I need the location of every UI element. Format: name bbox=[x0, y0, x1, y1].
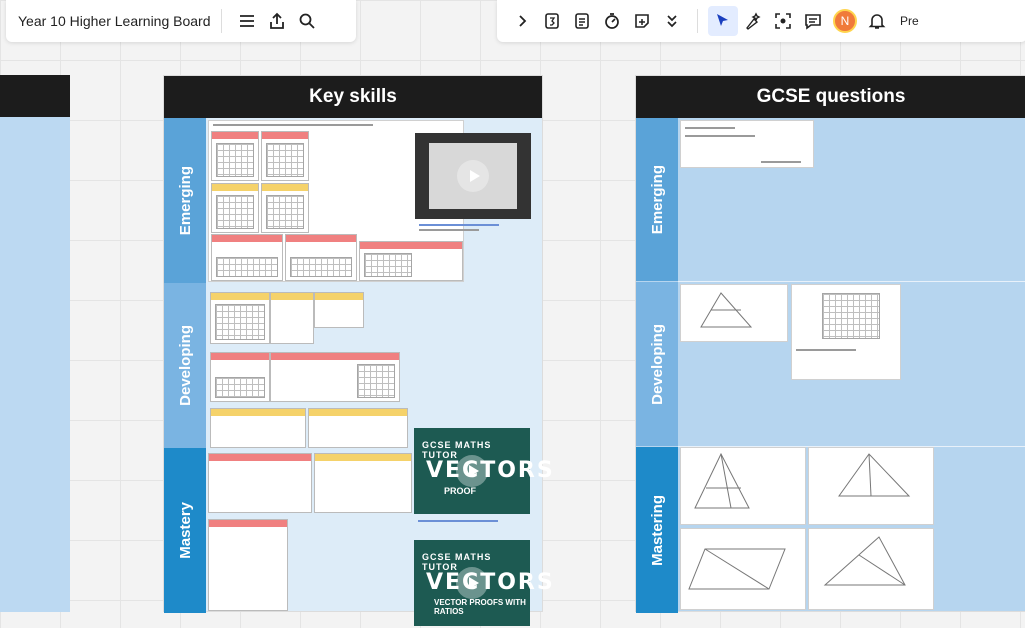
key-skills-body: Emerging Developing Mastery GCSE MATHS T… bbox=[164, 118, 553, 626]
question-box bbox=[208, 519, 288, 611]
question-text bbox=[761, 161, 801, 163]
worksheet-mastery[interactable] bbox=[208, 453, 412, 611]
question-box bbox=[211, 234, 283, 281]
notes-icon[interactable] bbox=[567, 6, 597, 36]
chevron-right-icon[interactable] bbox=[507, 6, 537, 36]
countdown-icon[interactable] bbox=[537, 6, 567, 36]
question-box bbox=[211, 131, 259, 181]
key-skills-frame[interactable]: Key skills Emerging Developing Mastery G… bbox=[163, 75, 553, 626]
toolbar-divider bbox=[220, 9, 222, 33]
left-frame-body bbox=[0, 117, 70, 612]
question-box bbox=[261, 131, 309, 181]
timer-icon[interactable] bbox=[597, 6, 627, 36]
row-label-mastering: Mastering bbox=[636, 447, 678, 613]
bell-icon[interactable] bbox=[862, 6, 892, 36]
question-box bbox=[314, 292, 364, 328]
triangle-diagram bbox=[838, 453, 911, 497]
select-cursor-icon[interactable] bbox=[708, 6, 738, 36]
row-label-text: Developing bbox=[648, 323, 666, 405]
row-label-text: Emerging bbox=[176, 165, 194, 236]
question-box bbox=[270, 352, 400, 402]
triangle-diagram bbox=[823, 536, 906, 586]
video-vectors-proof[interactable]: GCSE MATHS TUTOR VECTORS PROOF bbox=[414, 428, 553, 514]
row-label-developing: Developing bbox=[164, 283, 206, 448]
play-icon[interactable] bbox=[456, 455, 488, 487]
triangle-diagram bbox=[694, 452, 750, 509]
row-label-emerging: Emerging bbox=[636, 118, 678, 281]
question-box bbox=[210, 352, 270, 402]
gcse-question-card[interactable] bbox=[808, 528, 934, 610]
share-upload-icon[interactable] bbox=[262, 6, 292, 36]
search-icon[interactable] bbox=[292, 6, 322, 36]
question-box bbox=[211, 183, 259, 233]
gcse-questions-header: GCSE questions bbox=[636, 76, 1025, 118]
question-box bbox=[308, 408, 408, 448]
gcse-questions-body: Emerging Developing Mastering bbox=[636, 118, 1025, 613]
row-label-emerging: Emerging bbox=[164, 118, 206, 283]
tools-toolbar: N Pre bbox=[497, 0, 1025, 42]
question-text bbox=[685, 127, 735, 129]
play-icon[interactable] bbox=[456, 567, 488, 599]
video-vector-proofs-ratios[interactable]: GCSE MATHS TUTOR VECTORS VECTOR PROOFS W… bbox=[414, 540, 553, 626]
menu-icon[interactable] bbox=[232, 6, 262, 36]
gcse-question-card[interactable] bbox=[680, 528, 806, 610]
question-box bbox=[314, 453, 412, 513]
row-label-text: Emerging bbox=[648, 164, 666, 235]
row-label-text: Mastering bbox=[648, 494, 666, 566]
comments-icon[interactable] bbox=[798, 6, 828, 36]
question-box bbox=[208, 453, 312, 513]
user-avatar[interactable]: N bbox=[833, 9, 857, 33]
gcse-question-card[interactable] bbox=[808, 447, 934, 525]
row-label-developing: Developing bbox=[636, 282, 678, 446]
board-title[interactable]: Year 10 Higher Learning Board bbox=[18, 13, 211, 29]
expand-more-icon[interactable] bbox=[657, 6, 687, 36]
add-frame-icon[interactable] bbox=[627, 6, 657, 36]
question-box bbox=[210, 292, 270, 344]
left-frame-header bbox=[0, 75, 70, 117]
grid-diagram bbox=[822, 293, 880, 339]
key-skills-header: Key skills bbox=[164, 76, 542, 118]
toolbar-divider bbox=[697, 9, 698, 33]
parallelogram-diagram bbox=[688, 548, 786, 590]
board-toolbar: Year 10 Higher Learning Board bbox=[6, 0, 356, 42]
question-box bbox=[359, 241, 463, 281]
gcse-question-card[interactable] bbox=[680, 284, 788, 342]
left-frame[interactable] bbox=[0, 75, 70, 612]
magic-pen-icon[interactable] bbox=[738, 6, 768, 36]
video-subtitle: PROOF bbox=[444, 486, 477, 496]
triangle-diagram bbox=[700, 292, 753, 328]
row-label-text: Developing bbox=[176, 325, 194, 406]
present-button[interactable]: Pre bbox=[892, 14, 919, 28]
question-box bbox=[285, 234, 357, 281]
worksheet-text bbox=[213, 124, 373, 126]
video-link[interactable] bbox=[418, 520, 498, 522]
worksheet-developing[interactable] bbox=[208, 288, 464, 448]
question-box bbox=[270, 292, 314, 344]
row-label-text: Mastery bbox=[176, 502, 194, 559]
gcse-question-card[interactable] bbox=[680, 120, 814, 168]
gcse-question-card[interactable] bbox=[791, 284, 901, 380]
question-box bbox=[261, 183, 309, 233]
row-label-mastery: Mastery bbox=[164, 448, 206, 613]
gcse-question-card[interactable] bbox=[680, 447, 806, 525]
video-caption bbox=[419, 229, 479, 231]
worksheet-emerging[interactable] bbox=[208, 120, 531, 282]
play-icon[interactable] bbox=[457, 160, 489, 192]
question-box bbox=[210, 408, 306, 448]
row-divider bbox=[678, 281, 1025, 282]
question-text bbox=[796, 349, 856, 351]
question-text bbox=[685, 135, 755, 137]
gcse-questions-frame[interactable]: GCSE questions Emerging Developing Maste… bbox=[635, 75, 1025, 613]
video-thumbnail[interactable] bbox=[415, 133, 531, 219]
video-link[interactable] bbox=[419, 224, 499, 226]
video-subtitle: VECTOR PROOFS WITH RATIOS bbox=[434, 598, 526, 616]
focus-icon[interactable] bbox=[768, 6, 798, 36]
